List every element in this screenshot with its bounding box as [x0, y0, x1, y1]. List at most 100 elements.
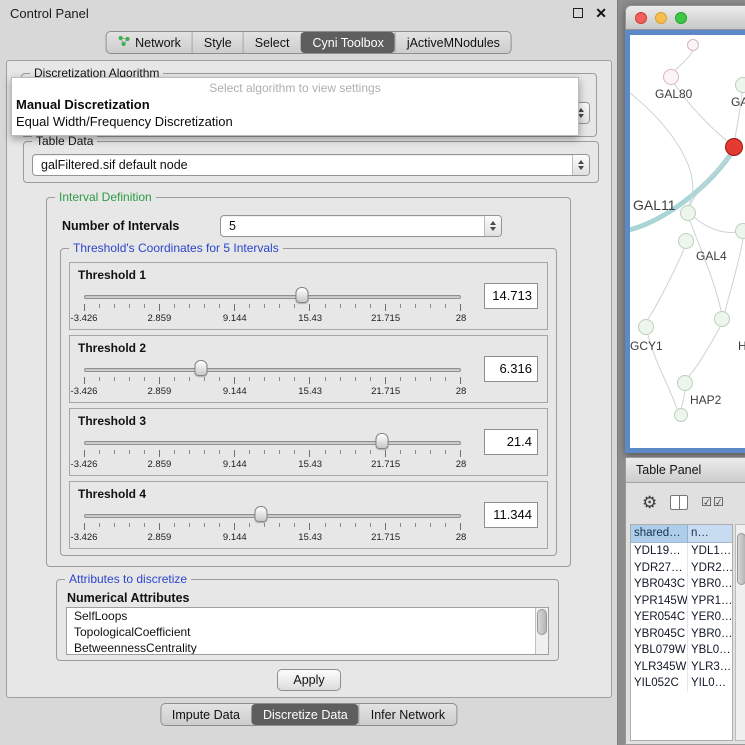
network-edge[interactable] [725, 239, 743, 312]
slider-scale: -3.4262.8599.14415.4321.71528 [84, 532, 461, 543]
apply-button[interactable]: Apply [277, 669, 341, 691]
column-header-name[interactable]: n… [688, 525, 732, 542]
bottom-tab-discretize-data[interactable]: Discretize Data [251, 704, 359, 725]
table-cell: YBL0… [688, 642, 732, 659]
table-data-combo[interactable]: galFiltered.sif default node [32, 154, 590, 176]
network-node-h[interactable] [714, 311, 730, 327]
table-row[interactable]: YER054CYER0… [631, 609, 732, 626]
threshold-slider: -3.4262.8599.14415.4321.71528 [84, 433, 461, 471]
network-node-hap2[interactable] [677, 375, 693, 391]
control-panel-content: Discretization Algorithm Select algorith… [6, 60, 612, 698]
numerical-attributes-list: SelfLoopsTopologicalCoefficientBetweenne… [67, 608, 548, 655]
dropdown-option-manual-discretization[interactable]: Manual Discretization [12, 96, 578, 113]
num-intervals-combo[interactable]: 5 [220, 215, 502, 237]
list-scrollbar[interactable] [535, 608, 548, 654]
threshold-value[interactable]: 14.713 [484, 283, 538, 309]
network-node-gal80[interactable] [663, 69, 679, 85]
slider-track[interactable] [84, 368, 461, 372]
network-node[interactable] [674, 408, 688, 422]
tab-label: Select [255, 36, 290, 50]
top-tab-select[interactable]: Select [243, 32, 301, 53]
columns-icon[interactable] [670, 495, 688, 510]
table-row[interactable]: YIL052CYIL0… [631, 675, 732, 692]
zoom-traffic-light[interactable] [675, 12, 687, 24]
slider-scale-label: 28 [456, 313, 467, 324]
network-edge-highlight[interactable] [630, 154, 731, 231]
network-node-label: GCY1 [630, 339, 663, 353]
top-tab-cyni-toolbox[interactable]: Cyni Toolbox [300, 32, 394, 53]
network-window-titlebar[interactable] [625, 5, 745, 30]
table-row[interactable]: YBR045CYBR0… [631, 626, 732, 643]
threshold-label: Threshold 3 [78, 414, 146, 428]
network-edge[interactable] [688, 327, 720, 377]
slider-scale-label: 15.43 [298, 313, 322, 324]
slider-track[interactable] [84, 514, 461, 518]
network-node-gcy1[interactable] [638, 319, 654, 335]
table-scrollbar[interactable] [735, 524, 745, 741]
list-scrollbar-thumb[interactable] [537, 609, 547, 635]
table-scrollbar-thumb[interactable] [737, 533, 745, 585]
slider-scale-label: -3.426 [71, 386, 98, 397]
network-node-ga[interactable] [735, 77, 745, 93]
minimize-traffic-light[interactable] [655, 12, 667, 24]
table-panel-toolbar: ⚙ ☑☑ [626, 483, 745, 521]
close-button[interactable]: ✕ [595, 6, 607, 20]
slider-scale-label: 21.715 [371, 386, 400, 397]
network-node[interactable] [735, 223, 745, 239]
dropdown-option-equal-width-frequency[interactable]: Equal Width/Frequency Discretization [12, 113, 578, 130]
checkbox-icon: ☑ [713, 495, 725, 509]
bottom-tab-impute-data[interactable]: Impute Data [161, 704, 251, 725]
column-header-shared-name[interactable]: shared… [631, 525, 688, 542]
network-node[interactable] [687, 39, 699, 51]
gear-icon[interactable]: ⚙ [642, 494, 657, 511]
slider-thumb[interactable] [295, 287, 308, 303]
close-traffic-light[interactable] [635, 12, 647, 24]
list-item[interactable]: SelfLoops [67, 608, 548, 624]
num-intervals-combo-stepper[interactable] [484, 216, 501, 236]
threshold-label: Threshold 2 [78, 341, 146, 355]
algorithm-dropdown: Select algorithm to view settings Manual… [11, 77, 579, 136]
table-row[interactable]: YLR345WYLR3… [631, 659, 732, 676]
slider-scale-label: -3.426 [71, 459, 98, 470]
network-canvas[interactable]: GAL80GAGAL11GAL4GCY1HHAP2 [630, 35, 745, 448]
threshold-panel: Threshold 3 -3.4262.8599.14415.4321.7152… [69, 408, 548, 476]
table-row[interactable]: YPR145WYPR1… [631, 593, 732, 610]
table-data-combo-stepper[interactable] [572, 155, 589, 175]
attributes-group-title: Attributes to discretize [65, 572, 191, 586]
network-edge[interactable] [681, 391, 685, 409]
slider-track[interactable] [84, 441, 461, 445]
threshold-value[interactable]: 11.344 [484, 502, 538, 528]
slider-track[interactable] [84, 295, 461, 299]
list-item[interactable]: TopologicalCoefficient [67, 624, 548, 640]
network-node-gal11[interactable] [680, 205, 696, 221]
table-row[interactable]: YDL19…YDL1… [631, 543, 732, 560]
node-table: shared… n… YDL19…YDL1…YDR27…YDR2…YBR043C… [630, 524, 733, 741]
network-edge[interactable] [648, 249, 684, 319]
slider-thumb[interactable] [375, 433, 388, 449]
slider-ticks [84, 450, 461, 457]
threshold-label: Threshold 1 [78, 268, 146, 282]
network-node-label: HAP2 [690, 393, 721, 407]
top-tab-network[interactable]: Network [106, 32, 192, 53]
top-tab-style[interactable]: Style [192, 32, 243, 53]
network-edge[interactable] [690, 221, 721, 311]
network-edge[interactable] [674, 51, 693, 71]
network-node[interactable] [725, 138, 743, 156]
threshold-value[interactable]: 6.316 [484, 356, 538, 382]
slider-thumb[interactable] [194, 360, 207, 376]
network-edge[interactable] [630, 93, 693, 205]
table-row[interactable]: YBL079WYBL0… [631, 642, 732, 659]
select-columns-icons[interactable]: ☑☑ [701, 495, 725, 509]
minimize-button[interactable] [573, 8, 583, 18]
top-tab-jactivemnodules[interactable]: jActiveMNodules [395, 32, 511, 53]
bottom-tab-infer-network[interactable]: Infer Network [359, 704, 456, 725]
table-cell: YBL079W [631, 642, 688, 659]
minimize-icon [573, 8, 583, 18]
table-row[interactable]: YDR27…YDR2… [631, 560, 732, 577]
slider-thumb[interactable] [255, 506, 268, 522]
threshold-value[interactable]: 21.4 [484, 429, 538, 455]
table-row[interactable]: YBR043CYBR0… [631, 576, 732, 593]
dropdown-placeholder: Select algorithm to view settings [12, 78, 578, 96]
network-node-gal4[interactable] [678, 233, 694, 249]
list-item[interactable]: BetweennessCentrality [67, 640, 548, 655]
